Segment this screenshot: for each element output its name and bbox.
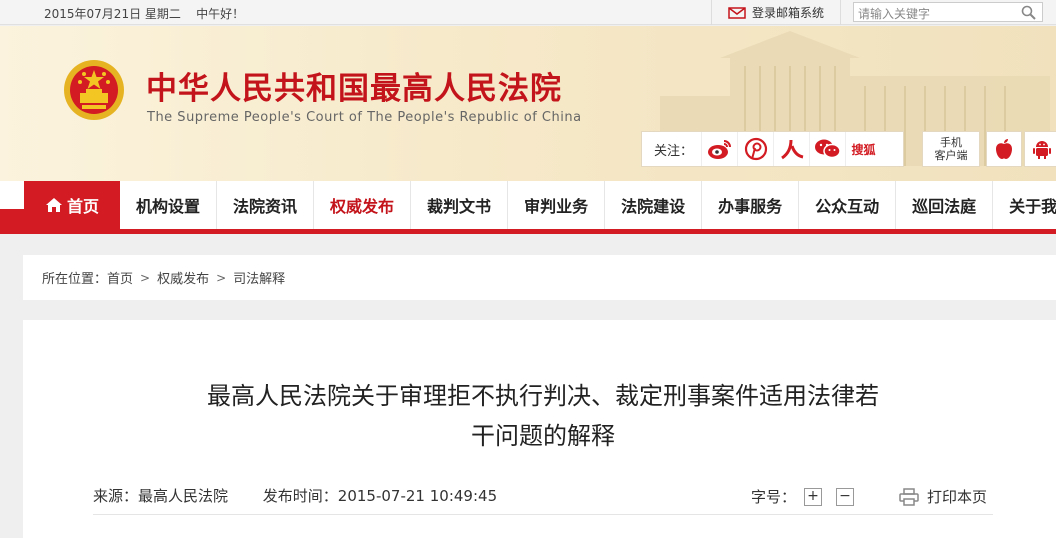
wechat-icon <box>814 139 841 159</box>
home-icon <box>45 198 62 212</box>
mobile-client-link[interactable]: 手机 客户端 <box>922 131 980 167</box>
breadcrumb: 所在位置： 首页 > 权威发布 > 司法解释 <box>23 255 1056 300</box>
apple-icon <box>996 139 1012 159</box>
greeting-text: 中午好！ <box>196 7 245 21</box>
breadcrumb-judicial-interpretation[interactable]: 司法解释 <box>233 268 285 287</box>
site-header: 中华人民共和国最高人民法院 The Supreme People's Court… <box>0 26 1056 181</box>
site-subtitle: The Supreme People's Court of The People… <box>147 110 582 125</box>
main-navigation: 首页 机构设置 法院资讯 权威发布 裁判文书 审判业务 法院建设 办事服务 公众… <box>0 181 1056 234</box>
article-meta: 来源：最高人民法院 发布时间：2015-07-21 10:49:45 <box>93 485 497 506</box>
printer-icon <box>899 487 919 506</box>
nav-item-public-interaction[interactable]: 公众互动 <box>799 181 897 229</box>
nav-label-home: 首页 <box>66 197 99 216</box>
nav-menu: 首页 机构设置 法院资讯 权威发布 裁判文书 审判业务 法院建设 办事服务 公众… <box>24 181 1056 229</box>
nav-item-circuit-court[interactable]: 巡回法庭 <box>896 181 994 229</box>
search-box <box>853 2 1043 23</box>
nav-item-home[interactable]: 首页 <box>24 181 120 229</box>
font-decrease-button[interactable]: − <box>836 487 855 506</box>
date-text: 2015年07月21日 星期二 <box>44 7 181 21</box>
android-app-button[interactable] <box>1024 131 1056 167</box>
article-source: 来源：最高人民法院 <box>93 487 229 505</box>
nav-item-organization[interactable]: 机构设置 <box>120 181 218 229</box>
font-size-label: 字号： <box>751 488 797 506</box>
top-bar: 2015年07月21日 星期二 中午好！ 登录邮箱系统 <box>0 0 1056 25</box>
search-input[interactable] <box>854 5 1014 23</box>
nav-left-accent <box>0 209 24 229</box>
mail-label: 登录邮箱系统 <box>751 6 824 20</box>
mobile-label-line2: 客户端 <box>934 149 968 162</box>
chevron-right-icon: > <box>216 270 227 285</box>
article-title-line1: 最高人民法院关于审理拒不执行判决、裁定刑事案件适用法律若 <box>207 382 879 410</box>
chevron-right-icon: > <box>140 270 151 285</box>
nav-item-court-news[interactable]: 法院资讯 <box>217 181 315 229</box>
article-panel: 最高人民法院关于审理拒不执行判决、裁定刑事案件适用法律若 干问题的解释 来源：最… <box>23 320 1056 538</box>
national-emblem-icon <box>64 60 124 120</box>
mobile-label-line1: 手机 <box>940 136 962 149</box>
breadcrumb-home[interactable]: 首页 <box>107 268 133 287</box>
font-increase-button[interactable]: + <box>804 487 823 506</box>
nav-item-authoritative-release[interactable]: 权威发布 <box>314 181 412 229</box>
breadcrumb-authoritative-release[interactable]: 权威发布 <box>157 268 209 287</box>
nav-item-about-us[interactable]: 关于我们 <box>993 181 1056 229</box>
mail-icon <box>728 6 746 19</box>
meta-divider <box>93 514 993 515</box>
article-title: 最高人民法院关于审理拒不执行判决、裁定刑事案件适用法律若 干问题的解释 <box>123 376 963 456</box>
pinterest-icon <box>744 137 767 161</box>
font-size-control: 字号： + − <box>751 486 855 507</box>
sohu-label: 搜狐 <box>851 142 876 157</box>
renren-button[interactable] <box>773 132 809 166</box>
article-title-line2: 干问题的解释 <box>471 422 615 450</box>
mail-login-link[interactable]: 登录邮箱系统 <box>711 0 841 25</box>
pinterest-button[interactable] <box>737 132 773 166</box>
android-icon <box>1033 141 1051 159</box>
date-greeting: 2015年07月21日 星期二 中午好！ <box>44 5 244 22</box>
renren-icon <box>780 139 803 160</box>
social-follow-bar: 关注： 搜狐 <box>641 131 904 167</box>
ios-app-button[interactable] <box>986 131 1022 167</box>
search-icon[interactable] <box>1021 5 1036 20</box>
nav-item-services[interactable]: 办事服务 <box>702 181 800 229</box>
follow-label: 关注： <box>654 143 694 159</box>
article-publish-time: 发布时间：2015-07-21 10:49:45 <box>262 487 498 505</box>
weibo-button[interactable] <box>701 132 737 166</box>
weibo-icon <box>707 140 731 159</box>
nav-item-court-building[interactable]: 法院建设 <box>605 181 703 229</box>
site-title[interactable]: 中华人民共和国最高人民法院 <box>146 63 562 108</box>
breadcrumb-prefix: 所在位置： <box>42 272 108 287</box>
print-page-button[interactable]: 打印本页 <box>899 486 987 507</box>
nav-item-trial-business[interactable]: 审判业务 <box>508 181 606 229</box>
wechat-button[interactable] <box>809 132 845 166</box>
print-label: 打印本页 <box>927 488 988 506</box>
sohu-button[interactable]: 搜狐 <box>845 132 881 166</box>
nav-item-judgments[interactable]: 裁判文书 <box>411 181 509 229</box>
